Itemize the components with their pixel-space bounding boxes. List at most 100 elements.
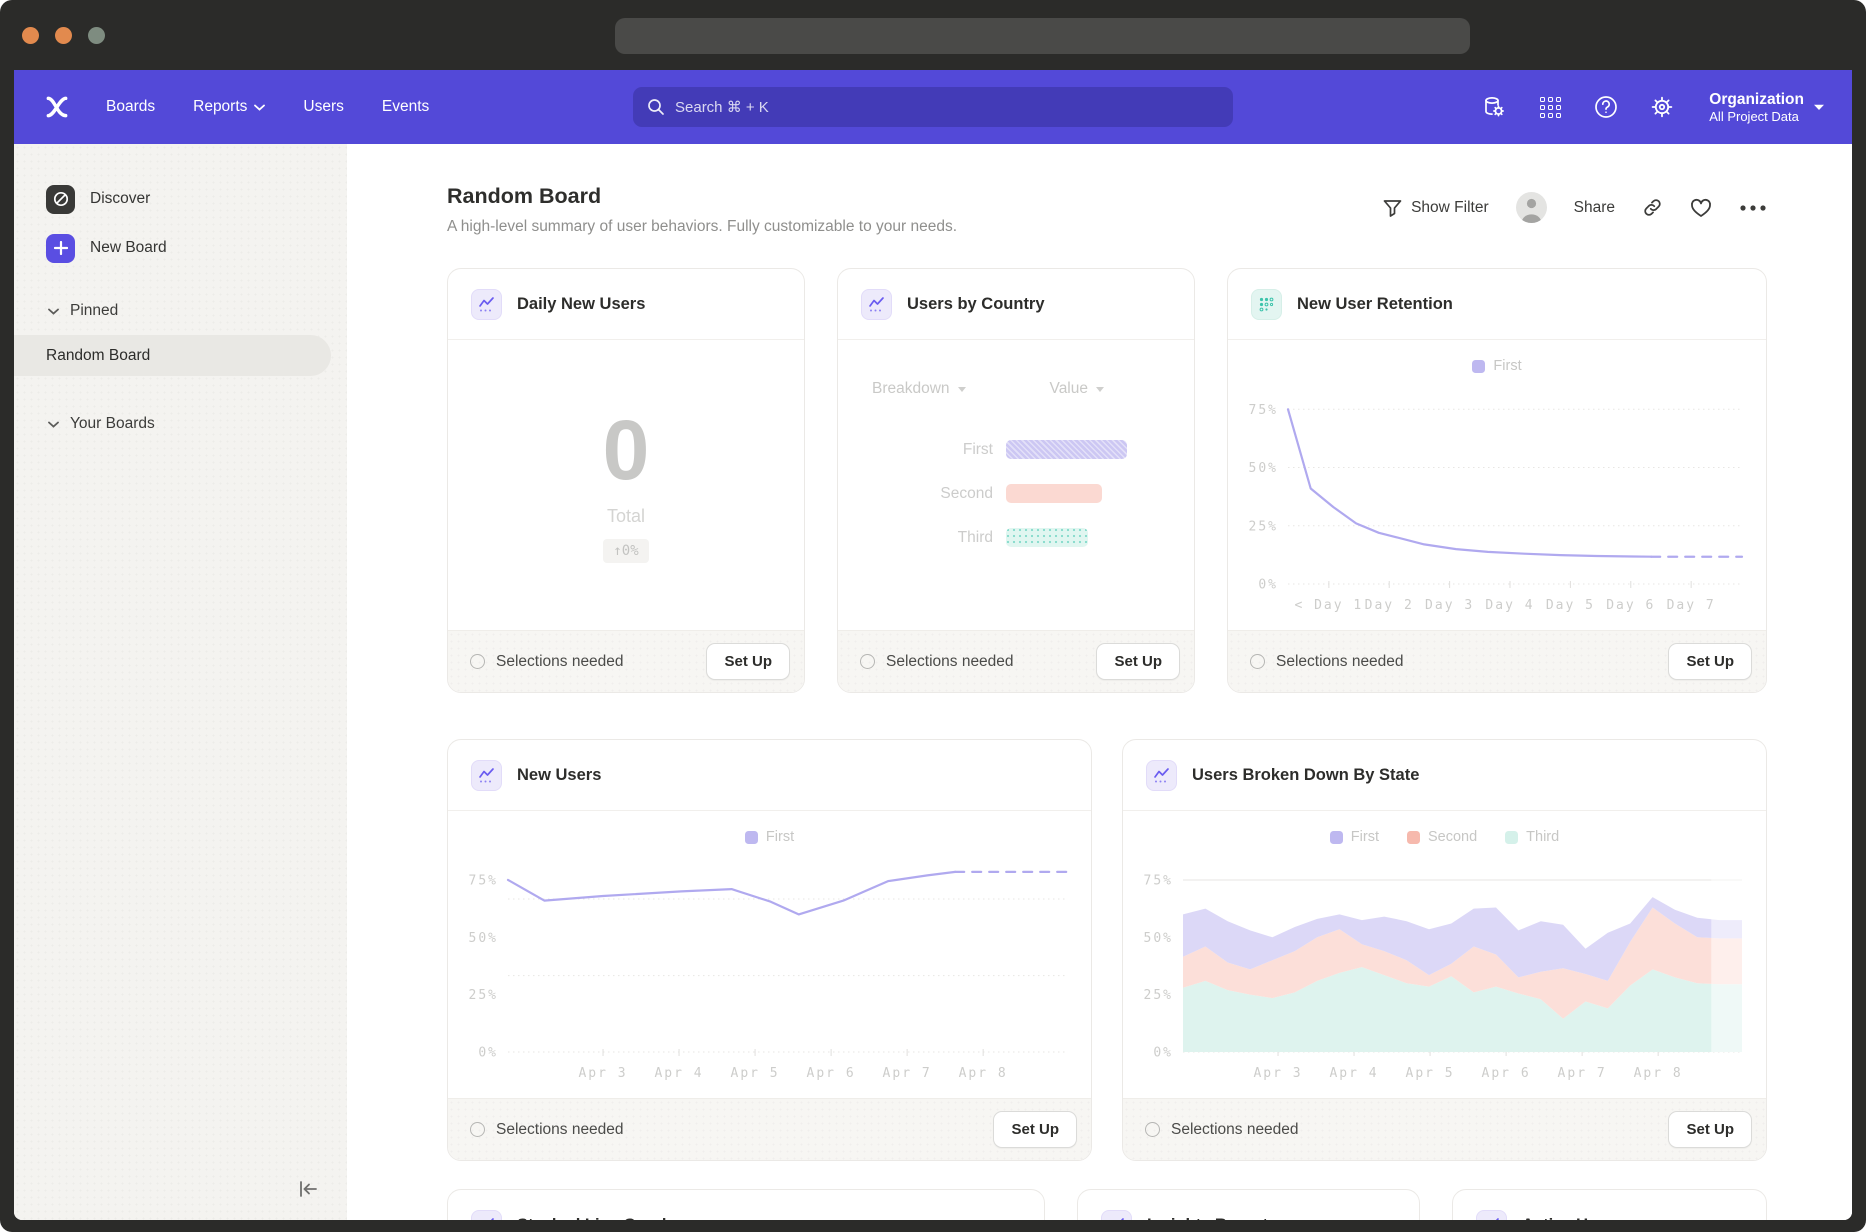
search-input[interactable]: Search ⌘ + K (633, 87, 1233, 127)
sidebar-item-discover[interactable]: Discover (14, 184, 347, 214)
chevron-down-icon (48, 421, 59, 428)
set-up-button[interactable]: Set Up (1096, 643, 1180, 680)
help-icon[interactable] (1593, 94, 1619, 120)
legend-item[interactable]: First (745, 829, 794, 845)
country-bar-rows: FirstSecondThird (866, 440, 1166, 547)
svg-text:50%: 50% (469, 931, 498, 946)
traffic-lights (22, 27, 105, 44)
sidebar-section-your-boards[interactable]: Your Boards (14, 412, 347, 436)
sidebar-item-random-board[interactable]: Random Board (14, 335, 331, 376)
sidebar-item-new-board[interactable]: New Board (14, 233, 347, 263)
card-title: New Users (517, 766, 601, 785)
svg-text:50%: 50% (1249, 461, 1278, 476)
card-new-user-retention: New User Retention First 75%50%25%0%< Da… (1227, 268, 1767, 693)
svg-text:50%: 50% (1144, 931, 1173, 946)
bar-second[interactable] (1006, 484, 1102, 503)
svg-text:75%: 75% (469, 873, 498, 888)
collapse-sidebar-button[interactable] (295, 1176, 321, 1202)
discover-icon (46, 185, 75, 214)
show-filter-button[interactable]: Show Filter (1383, 199, 1489, 217)
bar-first[interactable] (1006, 440, 1127, 459)
breakdown-dropdown[interactable]: Breakdown (872, 380, 966, 398)
svg-text:Day 6: Day 6 (1606, 598, 1655, 613)
maximize-window-button[interactable] (88, 27, 105, 44)
browser-address-bar[interactable] (615, 18, 1470, 54)
board-header: Random Board A high-level summary of use… (447, 184, 1767, 236)
search-placeholder: Search ⌘ + K (675, 98, 769, 116)
svg-text:Apr 4: Apr 4 (654, 1066, 703, 1081)
share-button[interactable]: Share (1574, 199, 1615, 217)
org-switcher[interactable]: Organization All Project Data (1709, 90, 1824, 124)
card-title: Insights Report (1147, 1216, 1268, 1220)
set-up-button[interactable]: Set Up (1668, 1111, 1752, 1148)
value-dropdown[interactable]: Value (1050, 380, 1105, 398)
line-chart-icon (1476, 1210, 1507, 1220)
more-options-button[interactable] (1739, 204, 1767, 212)
search-icon (647, 98, 665, 116)
svg-text:Apr 7: Apr 7 (1558, 1066, 1607, 1081)
metric-label: Total (607, 506, 645, 527)
person-icon (1516, 192, 1547, 223)
sidebar: Discover New Board Pinned Random Board (14, 144, 347, 1220)
nav-item-reports[interactable]: Reports (193, 98, 265, 116)
svg-text:Day 3: Day 3 (1425, 598, 1474, 613)
data-management-icon[interactable] (1481, 94, 1507, 120)
status-text: Selections needed (496, 653, 624, 671)
bar-third[interactable] (1006, 528, 1088, 547)
card-daily-new-users: Daily New Users 0 Total ↑0% Selections n… (447, 268, 805, 693)
chart-legend: First (448, 829, 1091, 845)
minimize-window-button[interactable] (55, 27, 72, 44)
legend-item[interactable]: First (1472, 358, 1521, 374)
card-title: Daily New Users (517, 295, 645, 314)
set-up-button[interactable]: Set Up (706, 643, 790, 680)
legend-swatch (1505, 831, 1518, 844)
app-window: Boards Reports Users Events Search ⌘ + K (0, 0, 1866, 1232)
set-up-button[interactable]: Set Up (993, 1111, 1077, 1148)
legend-item[interactable]: Third (1505, 829, 1559, 845)
apps-grid-icon[interactable] (1537, 94, 1563, 120)
org-project-scope: All Project Data (1709, 109, 1804, 124)
svg-text:75%: 75% (1144, 873, 1173, 888)
card-title: Users Broken Down By State (1192, 766, 1419, 785)
sidebar-section-pinned[interactable]: Pinned (14, 299, 347, 323)
nav-item-events[interactable]: Events (382, 98, 429, 116)
card-new-users: New Users First 75%50%25%0%Apr 3Apr 4Apr… (447, 739, 1092, 1161)
status-circle-icon (470, 1122, 485, 1137)
svg-text:Apr 5: Apr 5 (1406, 1066, 1455, 1081)
card-title: Active Users (1522, 1216, 1622, 1220)
country-bar-row: Second (866, 484, 1166, 503)
line-chart-icon (861, 289, 892, 320)
settings-gear-icon[interactable] (1649, 94, 1675, 120)
copy-link-button[interactable] (1642, 197, 1663, 218)
app-frame: Boards Reports Users Events Search ⌘ + K (14, 70, 1852, 1220)
card-stacked-line-graph: Stacked Line Graph (447, 1189, 1045, 1220)
legend-item[interactable]: Second (1407, 829, 1477, 845)
line-chart-icon (471, 760, 502, 791)
org-name: Organization (1709, 90, 1804, 109)
legend-swatch (1407, 831, 1420, 844)
avatar[interactable] (1516, 192, 1547, 223)
mixpanel-logo-icon[interactable] (42, 92, 72, 122)
nav-item-users[interactable]: Users (303, 98, 343, 116)
status-circle-icon (1250, 654, 1265, 669)
svg-text:Apr 8: Apr 8 (1634, 1066, 1683, 1081)
set-up-button[interactable]: Set Up (1668, 643, 1752, 680)
svg-text:0%: 0% (1153, 1046, 1173, 1061)
svg-text:25%: 25% (469, 988, 498, 1003)
nav-menu: Boards Reports Users Events (106, 98, 429, 116)
retention-grid-icon (1251, 289, 1282, 320)
favorite-button[interactable] (1690, 198, 1712, 218)
chart-legend: First Second Third (1123, 829, 1766, 845)
status-text: Selections needed (1171, 1121, 1299, 1139)
status-text: Selections needed (1276, 653, 1404, 671)
close-window-button[interactable] (22, 27, 39, 44)
chart-legend: First (1228, 358, 1766, 374)
nav-item-boards[interactable]: Boards (106, 98, 155, 116)
plus-icon (46, 234, 75, 263)
legend-item[interactable]: First (1330, 829, 1379, 845)
card-users-by-country: Users by Country Breakdown Value (837, 268, 1195, 693)
board-actions: Show Filter Share (1383, 192, 1767, 223)
card-title: Stacked Line Graph (517, 1216, 672, 1220)
country-bar-row: Third (866, 528, 1166, 547)
svg-text:Day 2: Day 2 (1365, 598, 1414, 613)
